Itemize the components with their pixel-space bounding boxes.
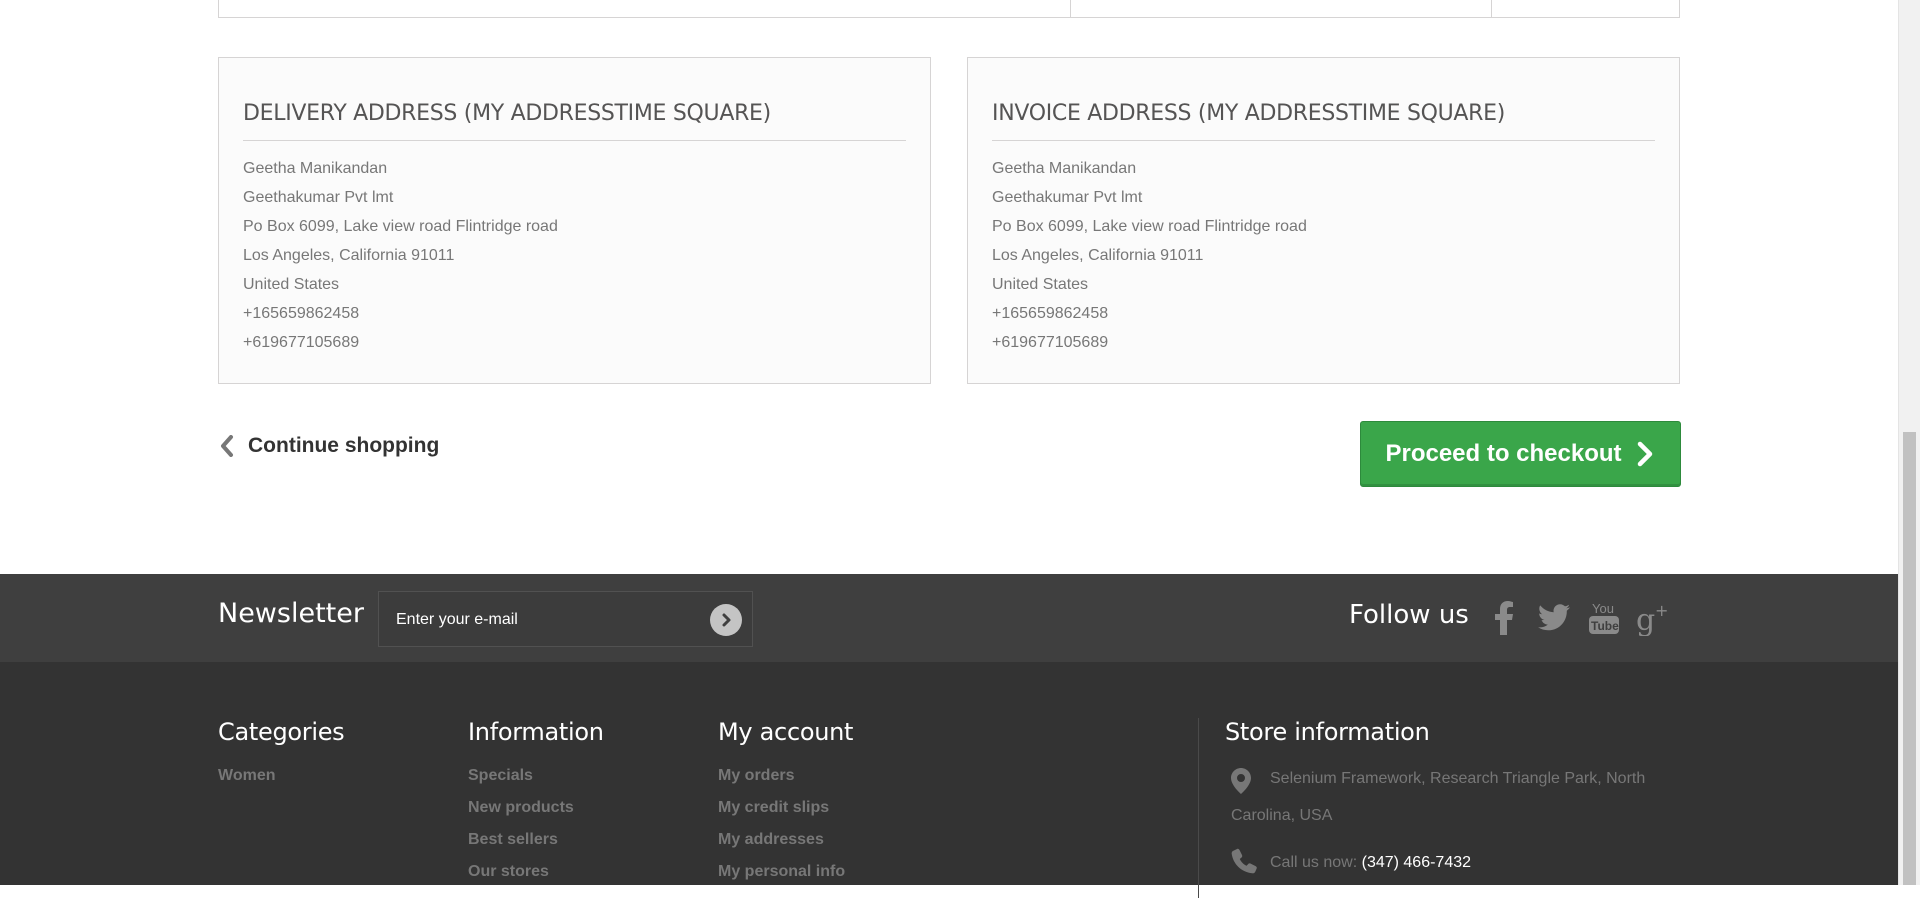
store-address-line1: Selenium Framework, Research Triangle Pa… <box>1270 770 1646 787</box>
address-company: Geethakumar Pvt lmt <box>243 189 394 206</box>
store-phone-number: (347) 466-7432 <box>1361 854 1472 871</box>
footer-store-title: Store information <box>1225 718 1430 746</box>
footer-link-credit-slips[interactable]: My credit slips <box>718 792 853 824</box>
footer-categories-title: Categories <box>218 718 345 746</box>
address-mobile: +619677105689 <box>992 334 1109 351</box>
twitter-link[interactable] <box>1535 598 1573 638</box>
address-name: Geetha Manikandan <box>243 160 388 177</box>
table-divider <box>1491 0 1492 17</box>
google-plus-link[interactable]: g + <box>1635 598 1673 638</box>
newsletter-form <box>378 591 753 648</box>
newsletter-email-input[interactable] <box>394 592 698 648</box>
svg-text:Tube: Tube <box>1591 619 1619 633</box>
footer-link-best-sellers[interactable]: Best sellers <box>468 824 604 856</box>
continue-shopping-label: Continue shopping <box>248 434 440 457</box>
footer-link-addresses[interactable]: My addresses <box>718 824 853 856</box>
address-mobile: +619677105689 <box>243 334 360 351</box>
footer-my-account: My account My orders My credit slips My … <box>718 718 853 888</box>
store-phone-row: Call us now: (347) 466-7432 <box>1225 844 1685 881</box>
delivery-address-title: DELIVERY ADDRESS (MY ADDRESSTIME SQUARE) <box>243 101 906 141</box>
footer-link-women[interactable]: Women <box>218 760 344 792</box>
google-plus-icon: g + <box>1636 601 1668 636</box>
store-address-line2: Carolina, USA <box>1231 807 1333 824</box>
footer: Categories Women Information Specials Ne… <box>0 662 1898 898</box>
arrow-right-icon <box>722 613 731 627</box>
youtube-icon: You Tube <box>1589 601 1619 634</box>
footer-information: Information Specials New products Best s… <box>468 718 604 888</box>
address-street: Po Box 6099, Lake view road Flintridge r… <box>243 218 558 235</box>
footer-account-title: My account <box>718 718 854 746</box>
facebook-link[interactable] <box>1485 598 1523 638</box>
delivery-address-box: DELIVERY ADDRESS (MY ADDRESSTIME SQUARE)… <box>218 57 931 384</box>
footer-divider <box>1198 718 1199 898</box>
address-phone: +165659862458 <box>243 305 360 322</box>
continue-shopping-link[interactable]: Continue shopping <box>218 434 439 458</box>
twitter-icon <box>1538 604 1570 631</box>
facebook-icon <box>1495 601 1513 635</box>
scrollbar-thumb[interactable] <box>1903 432 1916 885</box>
newsletter-band: Newsletter Follow us You Tube g + <box>0 574 1898 662</box>
map-marker-icon <box>1231 768 1251 794</box>
address-company: Geethakumar Pvt lmt <box>992 189 1143 206</box>
store-address: Selenium Framework, Research Triangle Pa… <box>1225 760 1685 834</box>
invoice-address-title: INVOICE ADDRESS (MY ADDRESSTIME SQUARE) <box>992 101 1655 141</box>
address-country: United States <box>243 276 340 293</box>
footer-link-new-products[interactable]: New products <box>468 792 604 824</box>
follow-us-title: Follow us <box>1349 600 1469 630</box>
invoice-address-box: INVOICE ADDRESS (MY ADDRESSTIME SQUARE) … <box>967 57 1680 384</box>
footer-link-my-orders[interactable]: My orders <box>718 760 853 792</box>
address-city: Los Angeles, California 91011 <box>243 247 455 264</box>
footer-store-information: Store information Selenium Framework, Re… <box>1225 718 1685 881</box>
footer-information-title: Information <box>468 718 604 746</box>
svg-text:g: g <box>1636 603 1655 636</box>
proceed-to-checkout-button[interactable]: Proceed to checkout <box>1360 421 1681 487</box>
cart-summary-table-bottom <box>218 0 1680 18</box>
svg-text:+: + <box>1655 601 1668 620</box>
newsletter-submit-button[interactable] <box>710 604 742 636</box>
footer-link-specials[interactable]: Specials <box>468 760 604 792</box>
footer-link-personal-info[interactable]: My personal info <box>718 856 853 888</box>
chevron-left-icon <box>221 435 233 457</box>
footer-categories: Categories Women <box>218 718 345 792</box>
footer-link-our-stores[interactable]: Our stores <box>468 856 604 888</box>
newsletter-title: Newsletter <box>218 598 364 629</box>
svg-text:You: You <box>1592 601 1614 616</box>
address-city: Los Angeles, California 91011 <box>992 247 1204 264</box>
address-street: Po Box 6099, Lake view road Flintridge r… <box>992 218 1307 235</box>
table-divider <box>1070 0 1071 17</box>
youtube-link[interactable]: You Tube <box>1585 598 1623 638</box>
phone-icon <box>1231 848 1257 874</box>
page-scrollbar[interactable] <box>1898 0 1920 885</box>
chevron-right-icon <box>1637 441 1652 467</box>
address-phone: +165659862458 <box>992 305 1109 322</box>
checkout-label: Proceed to checkout <box>1385 440 1622 467</box>
address-name: Geetha Manikandan <box>992 160 1137 177</box>
address-country: United States <box>992 276 1089 293</box>
